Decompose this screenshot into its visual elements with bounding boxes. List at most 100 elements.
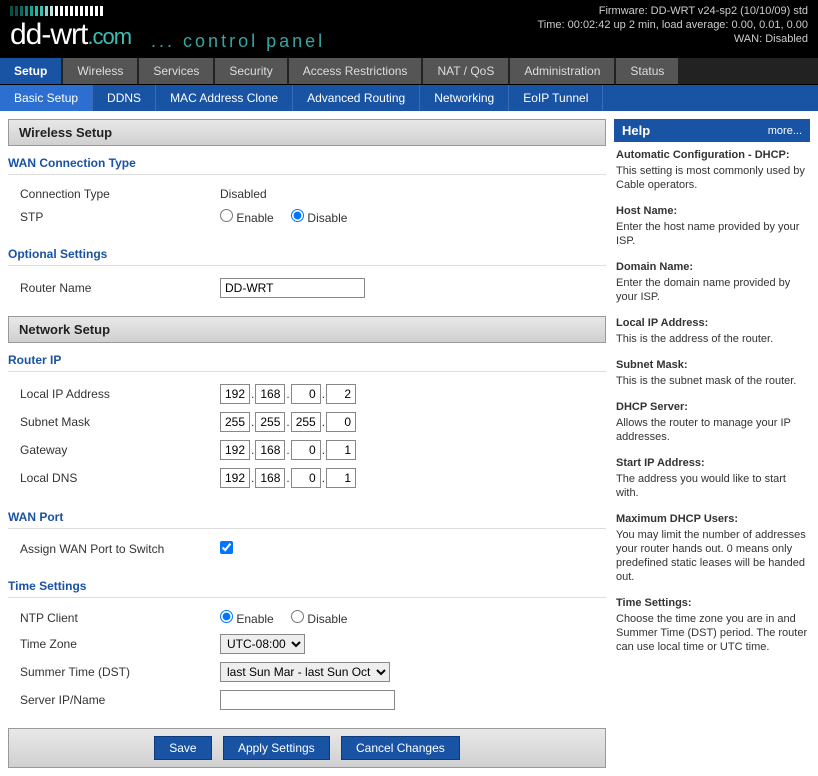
subtab-advanced-routing[interactable]: Advanced Routing <box>293 85 420 111</box>
logo-tick-icon <box>60 6 63 16</box>
logo-tick-icon <box>95 6 98 16</box>
subtab-basic-setup[interactable]: Basic Setup <box>0 85 93 111</box>
tab-nat-qos[interactable]: NAT / QoS <box>423 58 508 84</box>
control-panel-label: ... control panel <box>151 31 325 52</box>
label-stp: STP <box>20 210 220 224</box>
dns-3[interactable] <box>326 468 356 488</box>
stp-disable-option[interactable]: Disable <box>291 211 347 225</box>
local-ip-3[interactable] <box>326 384 356 404</box>
legend-router-ip: Router IP <box>8 349 606 372</box>
logo-tick-icon <box>35 6 38 16</box>
logo-tick-icon <box>100 6 103 16</box>
tab-services[interactable]: Services <box>139 58 213 84</box>
help-item-text: Choose the time zone you are in and Summ… <box>616 613 807 653</box>
local-ip-0[interactable] <box>220 384 250 404</box>
legend-wan-port: WAN Port <box>8 506 606 529</box>
label-connection-type: Connection Type <box>20 187 220 201</box>
stp-enable-option[interactable]: Enable <box>220 211 274 225</box>
help-item-title: Automatic Configuration - DHCP: <box>616 148 808 162</box>
cancel-changes-button[interactable]: Cancel Changes <box>341 736 460 760</box>
help-item-text: Allows the router to manage your IP addr… <box>616 417 791 443</box>
help-item-text: You may limit the number of addresses yo… <box>616 529 806 583</box>
legend-time-settings: Time Settings <box>8 575 606 598</box>
apply-settings-button[interactable]: Apply Settings <box>223 736 330 760</box>
logo-tick-icon <box>80 6 83 16</box>
save-button[interactable]: Save <box>154 736 211 760</box>
tab-security[interactable]: Security <box>215 58 286 84</box>
dns-inputs: ... <box>220 468 594 488</box>
server-ip-input[interactable] <box>220 690 395 710</box>
subtab-networking[interactable]: Networking <box>420 85 509 111</box>
button-bar: Save Apply Settings Cancel Changes <box>8 728 606 768</box>
stp-enable-radio[interactable] <box>220 209 233 222</box>
logo-tick-icon <box>85 6 88 16</box>
subtab-ddns[interactable]: DDNS <box>93 85 156 111</box>
time-zone-select[interactable]: UTC-08:00 <box>220 634 305 654</box>
header: Firmware: DD-WRT v24-sp2 (10/10/09) std … <box>0 0 818 58</box>
tab-setup[interactable]: Setup <box>0 58 61 84</box>
label-ntp-client: NTP Client <box>20 611 220 625</box>
legend-wan-connection-type: WAN Connection Type <box>8 152 606 175</box>
firmware-text: Firmware: DD-WRT v24-sp2 (10/10/09) std <box>538 4 809 18</box>
ntp-enable-radio[interactable] <box>220 610 233 623</box>
label-assign-wan: Assign WAN Port to Switch <box>20 542 220 556</box>
local-ip-1[interactable] <box>255 384 285 404</box>
main-tabs: Setup Wireless Services Security Access … <box>0 58 818 85</box>
logo-tick-icon <box>15 6 18 16</box>
router-name-input[interactable] <box>220 278 365 298</box>
subtab-eoip[interactable]: EoIP Tunnel <box>509 85 603 111</box>
label-server-ip: Server IP/Name <box>20 693 220 707</box>
dns-0[interactable] <box>220 468 250 488</box>
stp-disable-radio[interactable] <box>291 209 304 222</box>
logo-dd: dd-wrt <box>10 18 87 51</box>
help-item-text: This setting is most commonly used by Ca… <box>616 165 805 191</box>
subnet-1[interactable] <box>255 412 285 432</box>
help-item-title: DHCP Server: <box>616 400 808 414</box>
logo-tick-icon <box>10 6 13 16</box>
dst-select[interactable]: last Sun Mar - last Sun Oct <box>220 662 390 682</box>
tab-status[interactable]: Status <box>616 58 678 84</box>
gateway-inputs: ... <box>220 440 594 460</box>
header-status: Firmware: DD-WRT v24-sp2 (10/10/09) std … <box>538 4 809 46</box>
help-item-title: Start IP Address: <box>616 456 808 470</box>
logo-tick-icon <box>90 6 93 16</box>
help-item: Time Settings:Choose the time zone you a… <box>616 596 808 654</box>
gateway-2[interactable] <box>291 440 321 460</box>
help-item-title: Maximum DHCP Users: <box>616 512 808 526</box>
section-wireless-setup: Wireless Setup <box>8 119 606 146</box>
help-item: Subnet Mask:This is the subnet mask of t… <box>616 358 808 388</box>
sub-tabs: Basic Setup DDNS MAC Address Clone Advan… <box>0 85 818 111</box>
subnet-2[interactable] <box>291 412 321 432</box>
ntp-disable-option[interactable]: Disable <box>291 612 347 626</box>
help-more-link[interactable]: more... <box>768 125 802 137</box>
dns-1[interactable] <box>255 468 285 488</box>
help-item-text: The address you would like to start with… <box>616 473 786 499</box>
subnet-3[interactable] <box>326 412 356 432</box>
help-item: Host Name:Enter the host name provided b… <box>616 204 808 248</box>
help-header: Help more... <box>614 119 810 142</box>
logo-tick-icon <box>70 6 73 16</box>
subtab-mac-clone[interactable]: MAC Address Clone <box>156 85 293 111</box>
dns-2[interactable] <box>291 468 321 488</box>
ntp-enable-option[interactable]: Enable <box>220 612 274 626</box>
tab-administration[interactable]: Administration <box>510 58 614 84</box>
assign-wan-checkbox[interactable] <box>220 541 233 554</box>
gateway-3[interactable] <box>326 440 356 460</box>
help-item: Domain Name:Enter the domain name provid… <box>616 260 808 304</box>
gateway-1[interactable] <box>255 440 285 460</box>
local-ip-2[interactable] <box>291 384 321 404</box>
logo-tick-icon <box>40 6 43 16</box>
label-router-name: Router Name <box>20 281 220 295</box>
ntp-disable-radio[interactable] <box>291 610 304 623</box>
help-item-title: Local IP Address: <box>616 316 808 330</box>
gateway-0[interactable] <box>220 440 250 460</box>
logo-tick-icon <box>20 6 23 16</box>
tab-access-restrictions[interactable]: Access Restrictions <box>289 58 422 84</box>
help-title: Help <box>622 123 650 138</box>
help-item: Automatic Configuration - DHCP: This sett… <box>616 148 808 192</box>
tab-wireless[interactable]: Wireless <box>63 58 137 84</box>
subnet-0[interactable] <box>220 412 250 432</box>
logo-com: .com <box>87 24 131 49</box>
logo-tick-icon <box>65 6 68 16</box>
help-body: Automatic Configuration - DHCP: This sett… <box>614 142 810 672</box>
